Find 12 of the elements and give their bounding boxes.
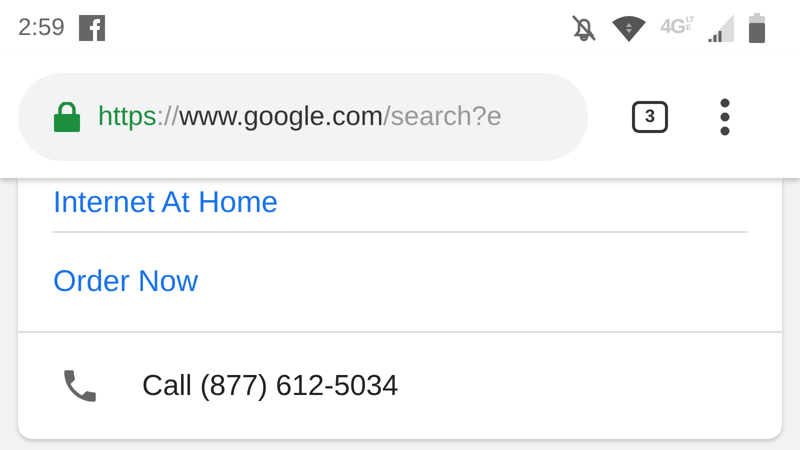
- signal-icon: [708, 14, 734, 42]
- wifi-icon: [612, 14, 646, 42]
- battery-icon: [748, 12, 766, 42]
- facebook-icon: [78, 14, 105, 40]
- notifications-off-icon: [570, 12, 598, 42]
- clock: 2:59: [18, 14, 65, 42]
- call-link[interactable]: Call (877) 612-5034: [142, 370, 398, 402]
- menu-icon[interactable]: [720, 98, 730, 136]
- address-bar[interactable]: https://www.google.com/search?e: [18, 72, 588, 160]
- link[interactable]: Order Now: [53, 231, 747, 331]
- tab-count-button[interactable]: 3: [632, 100, 668, 132]
- link[interactable]: Internet At Home: [53, 178, 747, 231]
